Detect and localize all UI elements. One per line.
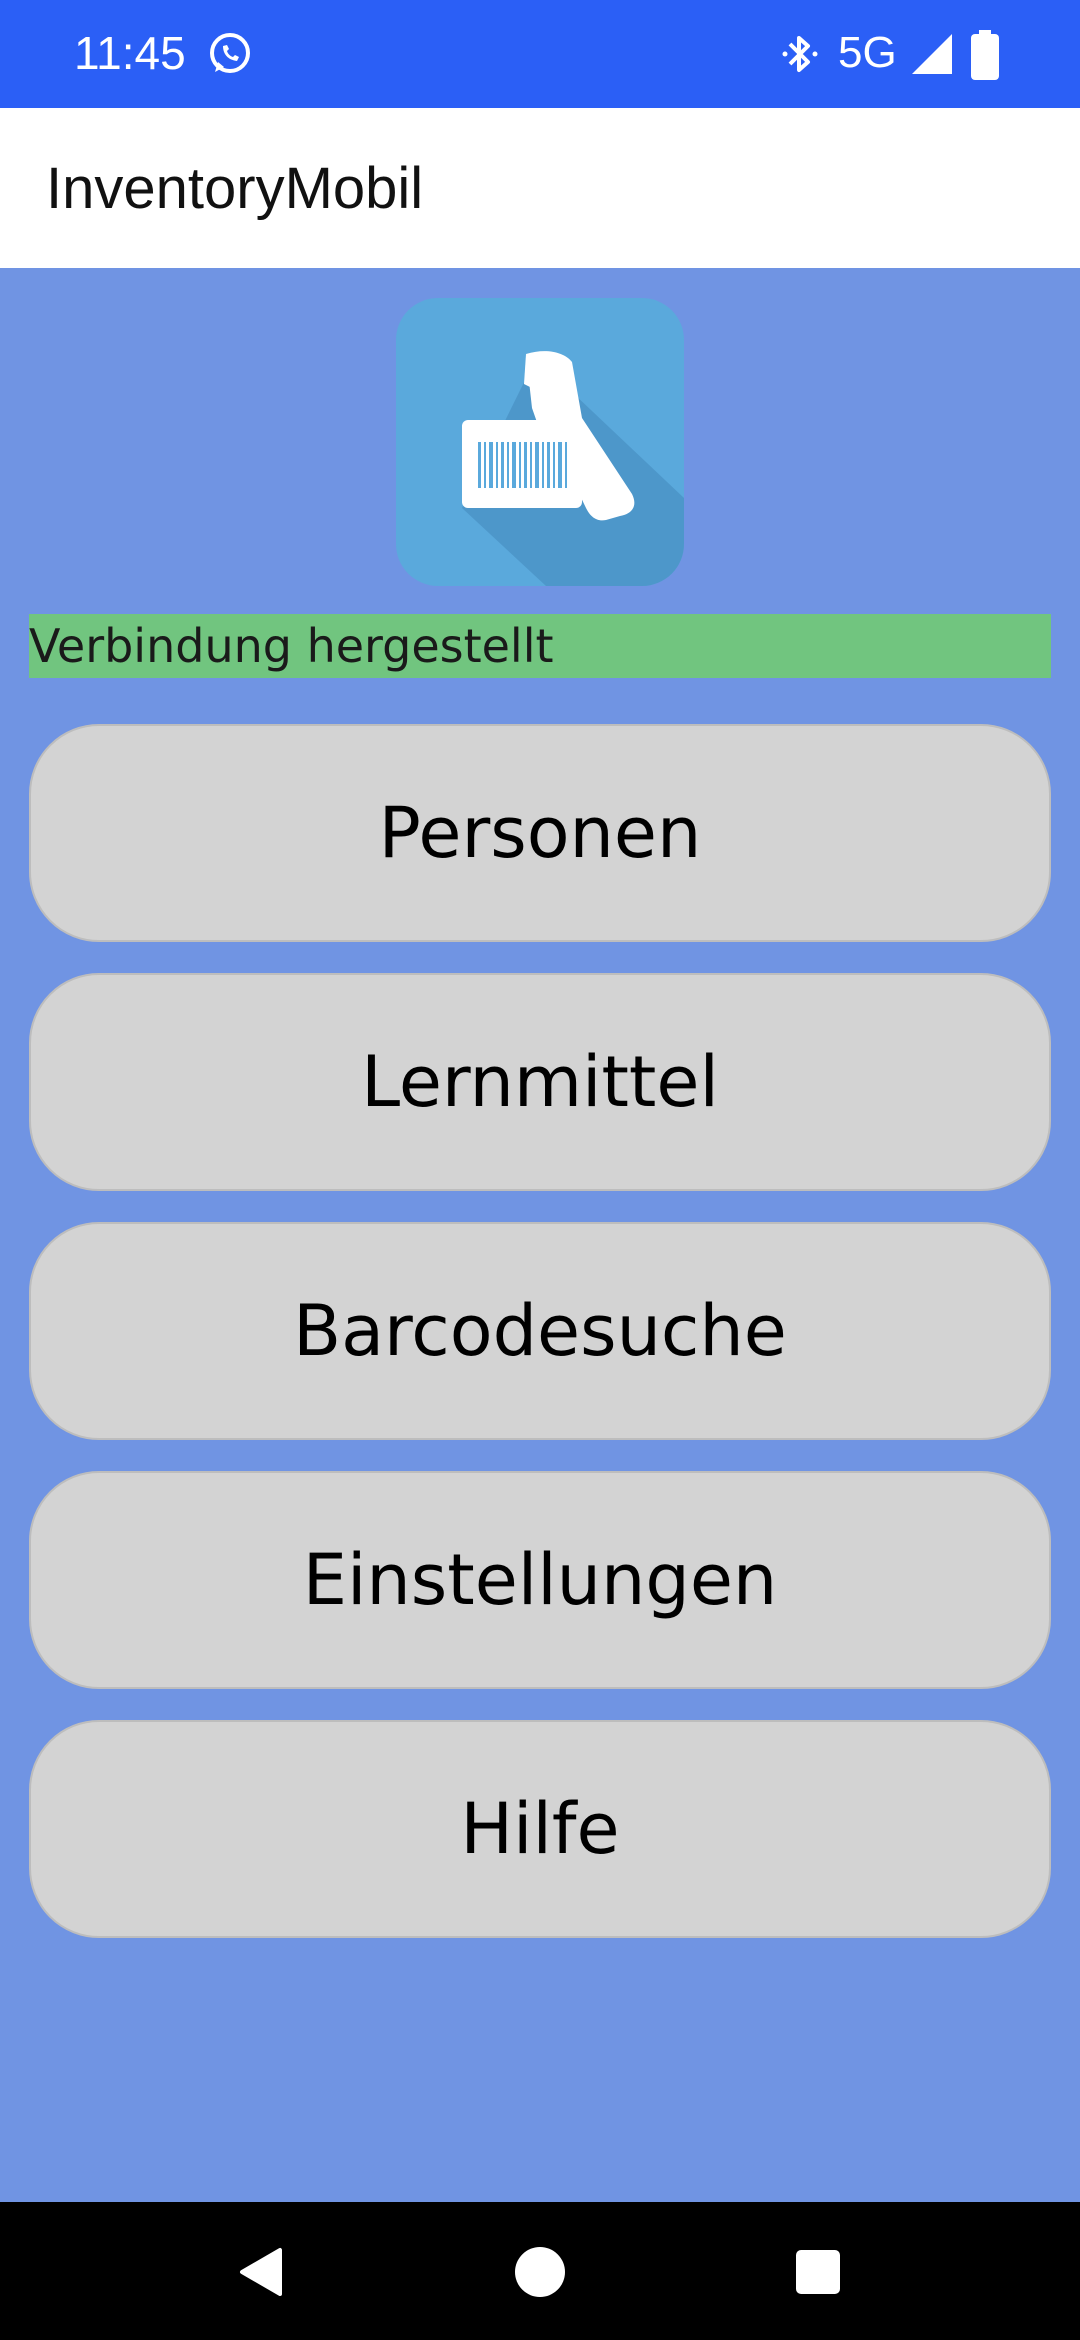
- lernmittel-button[interactable]: Lernmittel: [29, 973, 1051, 1191]
- hilfe-button[interactable]: Hilfe: [29, 1720, 1051, 1938]
- status-time: 11:45: [74, 27, 186, 79]
- recents-icon[interactable]: [794, 2248, 842, 2296]
- back-icon[interactable]: [236, 2246, 288, 2298]
- personen-button[interactable]: Personen: [29, 724, 1051, 942]
- einstellungen-button[interactable]: Einstellungen: [29, 1471, 1051, 1689]
- status-bar: 11:45 5G: [0, 0, 1080, 108]
- app-title: InventoryMobil: [46, 156, 424, 221]
- home-icon[interactable]: [514, 2246, 566, 2298]
- navigation-bar: [0, 2202, 1080, 2340]
- network-type: 5G: [838, 28, 897, 77]
- whatsapp-icon: [210, 33, 250, 73]
- bluetooth-icon: [782, 36, 818, 72]
- barcode-scanner-icon: [396, 298, 684, 586]
- signal-icon: [912, 34, 952, 74]
- connection-status: Verbindung hergestellt: [29, 614, 1051, 678]
- barcodesuche-button[interactable]: Barcodesuche: [29, 1222, 1051, 1440]
- app-bar: InventoryMobil: [0, 108, 1080, 268]
- battery-icon: [971, 30, 999, 80]
